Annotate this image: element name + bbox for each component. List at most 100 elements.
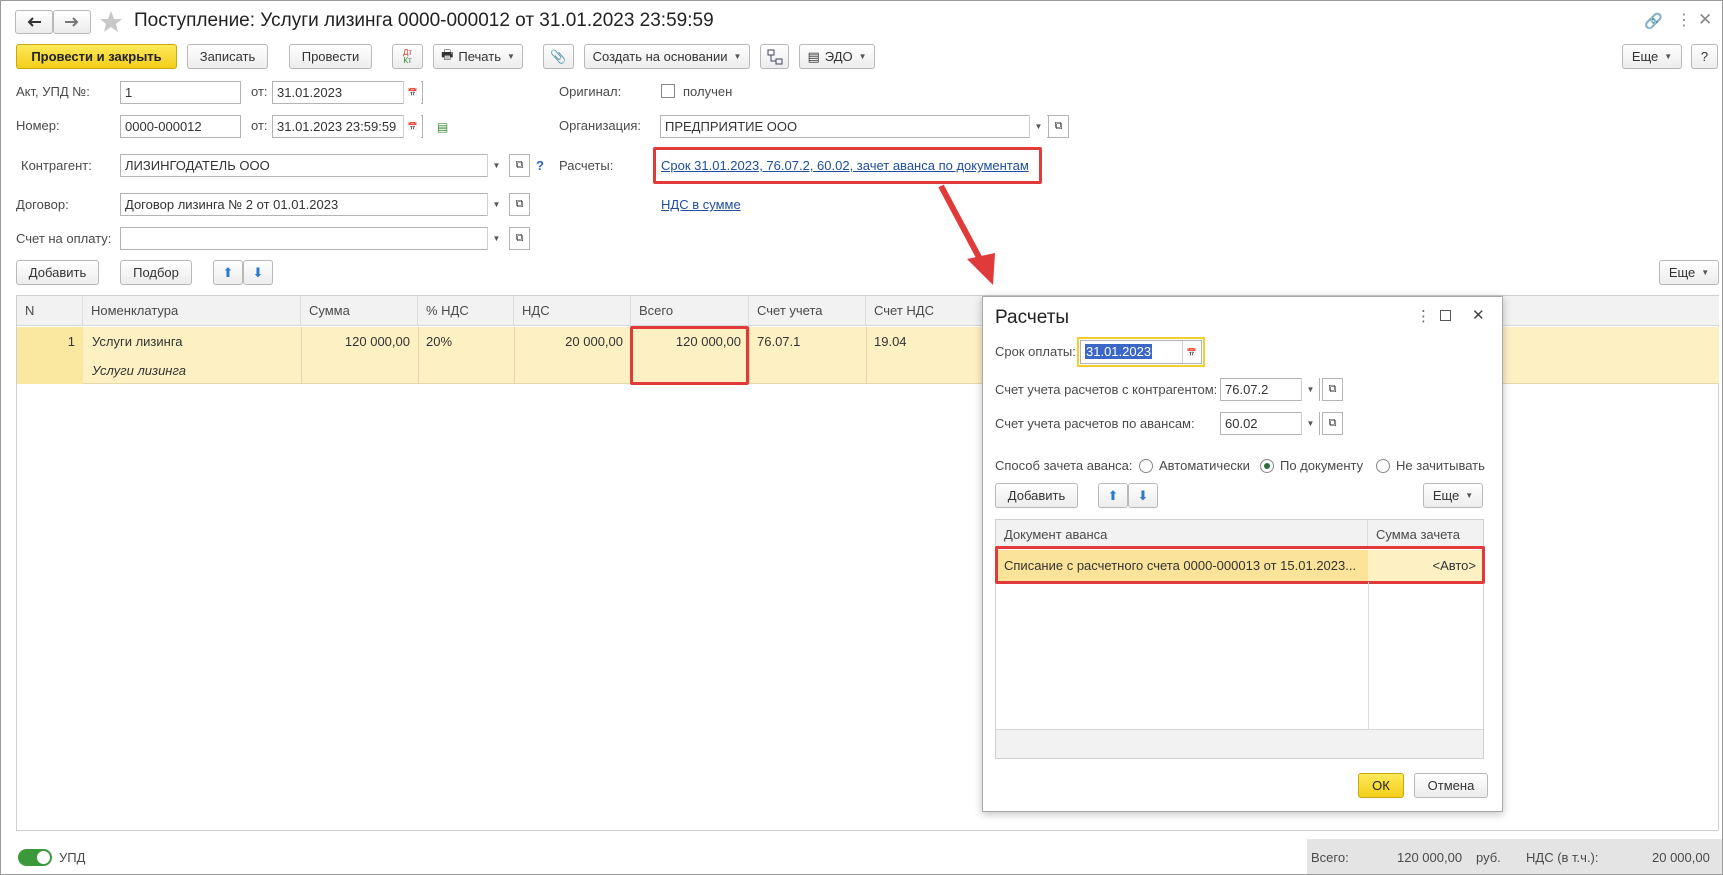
dialog-more-button[interactable]: Еще ▼ bbox=[1423, 483, 1483, 508]
open-form-icon: ⧉ bbox=[1054, 120, 1063, 132]
radio-by-document-label: По документу bbox=[1280, 458, 1364, 473]
col-header-total[interactable]: Всего bbox=[631, 296, 749, 326]
arrow-right-icon bbox=[65, 17, 79, 27]
arrow-left-icon bbox=[27, 17, 41, 27]
more-vertical-icon[interactable]: ⋮ bbox=[1676, 10, 1692, 30]
dialog-menu-icon[interactable]: ⋮ bbox=[1416, 307, 1431, 325]
dialog-move-down-button[interactable]: ⬇ bbox=[1128, 483, 1158, 508]
edit-check-icon[interactable]: ▤ bbox=[437, 120, 448, 134]
row-item-sub[interactable]: Услуги лизинга bbox=[92, 363, 297, 378]
save-button[interactable]: Записать bbox=[187, 44, 268, 69]
chevron-down-icon[interactable]: ▼ bbox=[487, 154, 505, 177]
col-header-vat[interactable]: НДС bbox=[514, 296, 631, 326]
post-and-close-button[interactable]: Провести и закрыть bbox=[16, 44, 177, 69]
col-header-offset-sum[interactable]: Сумма зачета bbox=[1368, 520, 1483, 549]
close-icon[interactable]: ✕ bbox=[1698, 10, 1712, 30]
contract-field[interactable]: Договор лизинга № 2 от 01.01.2023 bbox=[120, 193, 505, 216]
payments-dialog: Расчеты ⋮ ✕ Срок оплаты: 31.01.2023 📅 Сч… bbox=[982, 296, 1503, 812]
col-header-account[interactable]: Счет учета bbox=[749, 296, 866, 326]
vat-in-sum-link[interactable]: НДС в сумме bbox=[661, 197, 741, 212]
open-invoice-button[interactable]: ⧉ bbox=[509, 227, 530, 250]
favorite-star-icon[interactable] bbox=[99, 10, 123, 36]
print-label: Печать bbox=[458, 49, 501, 64]
col-divider bbox=[418, 327, 419, 384]
row-vat-rate[interactable]: 20% bbox=[426, 334, 511, 349]
help-button[interactable]: ? bbox=[1691, 44, 1718, 69]
footer-total-label: Всего: bbox=[1311, 850, 1349, 865]
col-header-vat-rate[interactable]: % НДС bbox=[418, 296, 514, 326]
col-header-item[interactable]: Номенклатура bbox=[83, 296, 301, 326]
upd-toggle[interactable] bbox=[18, 849, 52, 866]
invoice-field[interactable] bbox=[120, 227, 505, 250]
edo-icon: ▤ bbox=[807, 48, 820, 64]
ok-button[interactable]: ОК bbox=[1358, 773, 1404, 798]
open-contract-button[interactable]: ⧉ bbox=[509, 193, 530, 216]
toggle-knob bbox=[37, 851, 50, 864]
counterparty-field[interactable]: ЛИЗИНГОДАТЕЛЬ ООО bbox=[120, 154, 505, 177]
radio-by-document[interactable] bbox=[1260, 459, 1274, 473]
row-vat[interactable]: 20 000,00 bbox=[514, 334, 623, 349]
open-acc-advance-button[interactable]: ⧉ bbox=[1322, 412, 1343, 435]
invoice-label: Счет на оплату: bbox=[16, 231, 112, 246]
original-label: Оригинал: bbox=[559, 84, 622, 99]
forward-button[interactable] bbox=[53, 10, 91, 34]
row-vat-account[interactable]: 19.04 bbox=[874, 334, 979, 349]
cancel-button[interactable]: Отмена bbox=[1414, 773, 1488, 798]
row-item[interactable]: Услуги лизинга bbox=[92, 334, 297, 349]
number-field[interactable]: 0000-000012 bbox=[120, 115, 241, 138]
move-up-button[interactable]: ⬆ bbox=[213, 260, 243, 285]
structure-button[interactable] bbox=[760, 44, 789, 69]
attach-button[interactable]: 📎 bbox=[543, 44, 574, 69]
table-more-button[interactable]: Еще ▼ bbox=[1659, 260, 1719, 285]
original-checkbox-label: получен bbox=[683, 84, 733, 99]
calendar-icon[interactable]: 📅 bbox=[1182, 341, 1200, 363]
chevron-down-icon[interactable]: ▼ bbox=[1029, 115, 1047, 138]
col-header-n[interactable]: N bbox=[17, 296, 83, 326]
create-based-on-button[interactable]: Создать на основании ▼ bbox=[584, 44, 750, 69]
radio-auto-label: Автоматически bbox=[1159, 458, 1250, 473]
open-acc-counterparty-button[interactable]: ⧉ bbox=[1322, 378, 1343, 401]
more-button[interactable]: Еще ▼ bbox=[1622, 44, 1682, 69]
open-counterparty-button[interactable]: ⧉ bbox=[509, 154, 530, 177]
chevron-down-icon[interactable]: ▼ bbox=[1301, 412, 1319, 435]
row-n: 1 bbox=[67, 334, 75, 349]
dialog-close-icon[interactable]: ✕ bbox=[1472, 306, 1485, 324]
edo-label: ЭДО bbox=[824, 49, 853, 64]
acc-advance-label: Счет учета расчетов по авансам: bbox=[995, 416, 1195, 431]
original-checkbox[interactable] bbox=[661, 84, 675, 98]
dialog-add-button[interactable]: Добавить bbox=[995, 483, 1078, 508]
row-sum[interactable]: 120 000,00 bbox=[301, 334, 410, 349]
help-question-icon[interactable]: ? bbox=[536, 158, 544, 173]
arrow-down-icon: ⬇ bbox=[1137, 487, 1149, 503]
act-number-field[interactable]: 1 bbox=[120, 81, 241, 104]
col-header-sum[interactable]: Сумма bbox=[301, 296, 418, 326]
radio-no-offset[interactable] bbox=[1376, 459, 1390, 473]
pick-button[interactable]: Подбор bbox=[120, 260, 192, 285]
link-icon[interactable]: 🔗 bbox=[1644, 12, 1663, 30]
calendar-icon[interactable]: 📅 bbox=[403, 115, 421, 138]
chevron-down-icon[interactable]: ▼ bbox=[1301, 378, 1319, 401]
chevron-down-icon[interactable]: ▼ bbox=[487, 193, 505, 216]
dialog-title: Расчеты bbox=[995, 307, 1070, 328]
add-row-button[interactable]: Добавить bbox=[16, 260, 99, 285]
post-button[interactable]: Провести bbox=[289, 44, 372, 69]
col-header-advance-doc[interactable]: Документ аванса bbox=[996, 520, 1368, 549]
number-date-field[interactable]: 31.01.2023 23:59:59 bbox=[272, 115, 423, 138]
dialog-move-up-button[interactable]: ⬆ bbox=[1098, 483, 1128, 508]
table-footer bbox=[996, 729, 1483, 758]
back-button[interactable] bbox=[15, 10, 53, 34]
row-account[interactable]: 76.07.1 bbox=[757, 334, 862, 349]
maximize-icon[interactable] bbox=[1440, 310, 1451, 321]
arrow-up-icon: ⬆ bbox=[1107, 487, 1119, 503]
calendar-icon[interactable]: 📅 bbox=[403, 81, 421, 104]
organization-field[interactable]: ПРЕДПРИЯТИЕ ООО bbox=[660, 115, 1052, 138]
dt-kt-button[interactable]: Дт Кт bbox=[392, 44, 423, 69]
move-down-button[interactable]: ⬇ bbox=[243, 260, 273, 285]
radio-auto[interactable] bbox=[1139, 459, 1153, 473]
print-button[interactable]: 🖶 Печать ▼ bbox=[433, 44, 523, 69]
open-organization-button[interactable]: ⧉ bbox=[1048, 115, 1069, 138]
act-date-field[interactable]: 31.01.2023 bbox=[272, 81, 423, 104]
chevron-down-icon[interactable]: ▼ bbox=[487, 227, 505, 250]
edo-button[interactable]: ▤ ЭДО ▼ bbox=[799, 44, 875, 69]
more-label: Еще bbox=[1631, 49, 1659, 64]
